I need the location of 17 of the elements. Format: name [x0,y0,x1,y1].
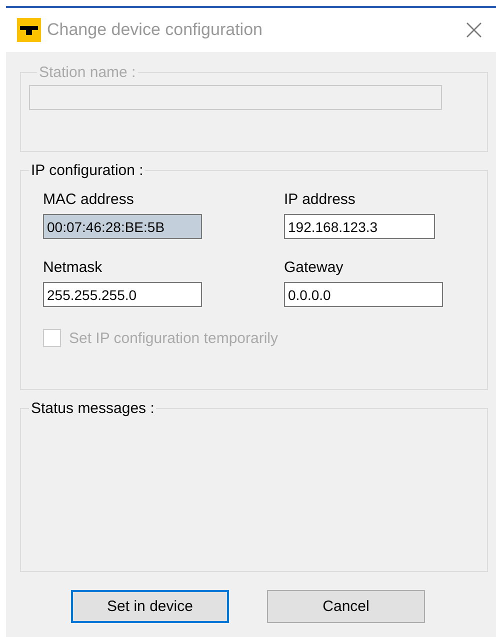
field-label: Netmask [43,259,104,276]
field-label: MAC address [43,191,135,208]
app-logo-icon [17,18,41,42]
group-title: Station name : [38,64,137,81]
window-title: Change device configuration [47,20,264,40]
close-icon[interactable] [466,22,482,38]
text-field[interactable]: 192.168.123.3 [284,214,435,239]
group-title: Status messages : [30,400,156,417]
text-field[interactable]: 0.0.0.0 [284,282,443,307]
checkbox-label: Set IP configuration temporarily [69,330,278,346]
text-field[interactable]: 00:07:46:28:BE:5B [43,214,202,239]
field-label: Gateway [284,259,344,276]
group-title: IP configuration : [30,162,144,179]
field-label: IP address [284,191,356,208]
text-field[interactable]: 255.255.255.0 [43,282,202,307]
dialog-button[interactable]: Set in device [71,590,229,623]
dialog-button[interactable]: Cancel [267,590,425,623]
